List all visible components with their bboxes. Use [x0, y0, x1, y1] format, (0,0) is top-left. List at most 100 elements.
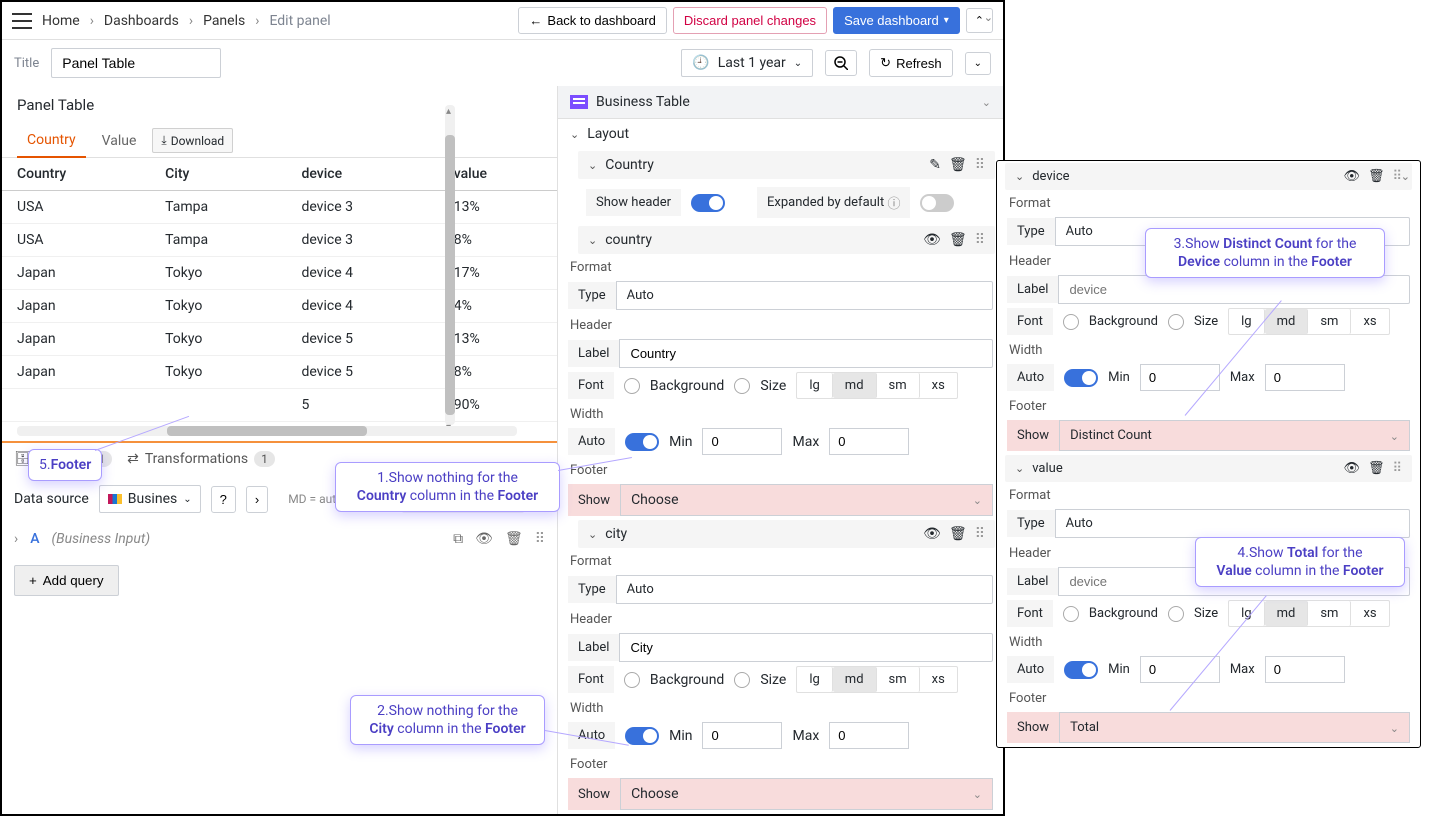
breadcrumb-panels[interactable]: Panels	[199, 11, 249, 31]
panel-title-input[interactable]	[51, 48, 221, 78]
size-segmented[interactable]: lgmdsmxs	[1228, 600, 1390, 627]
info-icon[interactable]: ⓘ	[887, 193, 900, 212]
background-color-radio[interactable]	[734, 378, 750, 394]
chevron-down-icon[interactable]: ⌄	[588, 234, 597, 247]
background-label: Background	[650, 672, 724, 688]
refresh-button[interactable]: ↻ Refresh	[869, 49, 952, 77]
discard-button[interactable]: Discard panel changes	[673, 7, 827, 34]
chevron-down-icon[interactable]: ⌄	[1015, 170, 1024, 183]
breadcrumb-home[interactable]: Home	[38, 11, 84, 31]
eye-icon[interactable]: 👁	[1343, 169, 1360, 184]
font-color-radio[interactable]	[624, 672, 640, 688]
tab-value[interactable]: Value	[92, 125, 147, 157]
auto-width-toggle[interactable]	[625, 433, 659, 451]
query-ref[interactable]: A	[30, 531, 39, 547]
eye-icon[interactable]: 👁	[1343, 461, 1360, 476]
footer-show-select-city[interactable]: Choose⌄	[620, 778, 993, 810]
min-width-input[interactable]	[702, 722, 782, 749]
datasource-help-button[interactable]: ?	[211, 486, 236, 513]
chevron-down-icon[interactable]: ⌄	[570, 128, 579, 141]
font-color-radio[interactable]	[1063, 314, 1079, 330]
max-width-input[interactable]	[829, 722, 909, 749]
trash-icon[interactable]: 🗑	[1368, 461, 1385, 476]
datasource-expand-button[interactable]: ›	[246, 486, 268, 513]
background-color-radio[interactable]	[1168, 606, 1184, 622]
show-header-toggle[interactable]	[691, 194, 725, 212]
auto-width-toggle[interactable]	[1064, 369, 1098, 387]
max-width-input[interactable]	[1265, 656, 1345, 683]
header-label-input-device[interactable]	[1058, 275, 1410, 304]
font-color-radio[interactable]	[624, 378, 640, 394]
tab-country[interactable]: Country	[17, 124, 86, 158]
footer-label: Footer	[997, 687, 1420, 708]
breadcrumb-dashboards[interactable]: Dashboards	[100, 11, 183, 31]
auto-width-label: Auto	[1007, 656, 1054, 683]
download-button[interactable]: ⤓Download	[152, 128, 233, 153]
save-dashboard-button[interactable]: Save dashboard ▾	[833, 7, 960, 34]
field-value-label: value	[1032, 461, 1335, 476]
eye-icon[interactable]: 👁	[923, 232, 941, 248]
drag-handle-icon[interactable]: ⠿	[1392, 461, 1402, 476]
background-color-radio[interactable]	[734, 672, 750, 688]
zoom-out-button[interactable]	[825, 50, 857, 76]
min-width-input[interactable]	[702, 428, 782, 455]
vertical-scrollbar[interactable]: ▴ ▾	[445, 105, 455, 425]
type-select-value[interactable]: Auto⌄	[1055, 509, 1410, 538]
trash-icon[interactable]: 🗑	[949, 526, 967, 542]
trash-icon[interactable]: 🗑	[949, 232, 967, 248]
back-to-dashboard-button[interactable]: ← Back to dashboard	[518, 7, 666, 34]
chevron-down-icon[interactable]: ⌄	[588, 528, 597, 541]
size-segmented[interactable]: lgmdsmxs	[1228, 308, 1390, 335]
chevron-down-icon[interactable]: ⌄	[1015, 462, 1024, 475]
table-header[interactable]: value	[439, 158, 557, 191]
max-width-input[interactable]	[1265, 364, 1345, 391]
drag-handle-icon[interactable]: ⠿	[975, 232, 985, 248]
chevron-right-icon[interactable]: ›	[14, 531, 18, 547]
expanded-default-toggle[interactable]	[920, 194, 954, 212]
annotation-1: 1.Show nothing for the Country column in…	[335, 462, 560, 512]
size-segmented[interactable]: lgmdsmxs	[796, 666, 958, 693]
copy-icon[interactable]: ⧉	[453, 531, 463, 547]
refresh-interval-button[interactable]: ⌄	[965, 52, 991, 75]
datasource-select[interactable]: Busines⌄	[99, 485, 201, 513]
min-width-input[interactable]	[1140, 656, 1220, 683]
add-query-button[interactable]: +Add query	[14, 565, 119, 596]
eye-icon[interactable]: 👁	[475, 531, 493, 547]
trash-icon[interactable]: 🗑	[949, 157, 967, 173]
footer-show-select-country[interactable]: Choose⌄	[620, 484, 993, 516]
background-color-radio[interactable]	[1168, 314, 1184, 330]
header-label-input-country[interactable]	[619, 339, 993, 368]
type-select-city[interactable]: Auto⌄	[616, 575, 993, 604]
max-width-input[interactable]	[829, 428, 909, 455]
table-header[interactable]: Country	[2, 158, 150, 191]
eye-icon[interactable]: 👁	[923, 526, 941, 542]
menu-burger-icon[interactable]	[12, 13, 32, 29]
tab-transformations[interactable]: ⇄Transformations1	[127, 451, 275, 467]
scrollbar-thumb[interactable]	[445, 135, 455, 415]
drag-handle-icon[interactable]: ⠿	[975, 526, 985, 542]
auto-width-toggle[interactable]	[1064, 661, 1098, 679]
table-header[interactable]: device	[286, 158, 438, 191]
time-range-picker[interactable]: 🕘 Last 1 year ⌄	[681, 49, 813, 77]
edit-icon[interactable]: ✎	[929, 157, 941, 173]
table-cell: 4%	[439, 290, 557, 323]
type-select-country[interactable]: Auto⌄	[616, 281, 993, 310]
scroll-up-icon[interactable]: ▴	[446, 106, 451, 117]
chevron-down-icon: ⌄	[183, 494, 191, 505]
header-label-input-city[interactable]	[619, 633, 993, 662]
drag-handle-icon[interactable]: ⠿	[975, 157, 985, 173]
footer-show-select-device[interactable]: Distinct Count⌄	[1059, 420, 1410, 451]
auto-width-toggle[interactable]	[625, 727, 659, 745]
scrollbar-thumb[interactable]	[167, 426, 367, 436]
footer-show-select-value[interactable]: Total⌄	[1059, 712, 1410, 743]
chevron-down-icon[interactable]: ⌄	[982, 96, 991, 109]
drag-handle-icon[interactable]: ⠿	[535, 531, 545, 547]
horizontal-scrollbar[interactable]	[17, 426, 517, 436]
trash-icon[interactable]: 🗑	[1368, 169, 1385, 184]
trash-icon[interactable]: 🗑	[505, 531, 523, 547]
size-segmented[interactable]: lgmdsmxs	[796, 372, 958, 399]
visualization-name[interactable]: Business Table	[596, 94, 690, 110]
font-color-radio[interactable]	[1063, 606, 1079, 622]
chevron-down-icon[interactable]: ⌄	[588, 159, 597, 172]
table-header[interactable]: City	[150, 158, 286, 191]
